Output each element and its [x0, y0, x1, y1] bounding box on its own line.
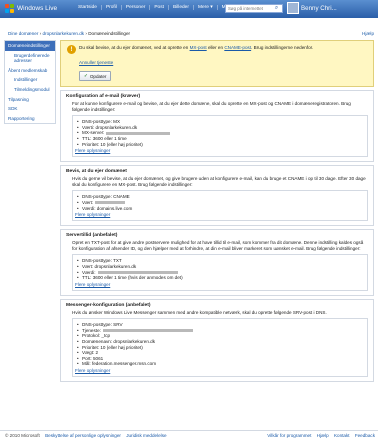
- sidebar-item-domain-settings[interactable]: Domæneindstillinger: [5, 41, 55, 51]
- messenger-config-section: Messenger-konfiguration (anbefalet) Hvis…: [60, 298, 374, 383]
- sidebar-item-open-membership[interactable]: Åbent medlemskab: [5, 66, 55, 76]
- list-item: Mål: federation.messenger.msn.com: [75, 361, 363, 367]
- section-description: Hvis du ønsker Windows Live Messenger sa…: [72, 309, 327, 315]
- nav-profil[interactable]: Profil: [102, 5, 122, 10]
- server-trust-section: Servertillid (anbefalet) Opret en TXT-po…: [60, 229, 374, 296]
- sidebar-item-settings[interactable]: Indstillinger: [5, 75, 55, 85]
- settings-box: DNS-posttype: TXT Vært: dropsnlarkekuren…: [72, 254, 368, 291]
- user-menu[interactable]: Benny Chri...: [287, 2, 337, 14]
- search-box: ⌕: [225, 4, 283, 13]
- warning-notice: ! Du skal bevise, at du ejer domænet, ve…: [60, 40, 374, 87]
- footer: © 2010 Microsoft Beskyttelse af personli…: [0, 430, 378, 440]
- settings-box: DNS-posttype: SRV Tjeneste: Protokol: _t…: [72, 318, 368, 378]
- help-link[interactable]: Hjælp: [362, 31, 374, 36]
- list-item: Værdi: domains.live.com: [75, 206, 363, 212]
- sidebar-item-customization[interactable]: Tilpasning: [5, 95, 55, 105]
- sidebar-item-sdk[interactable]: SDK: [5, 104, 55, 114]
- redacted-value: [106, 131, 171, 135]
- search-input[interactable]: [226, 5, 272, 12]
- section-description: Opret en TXT-post for at give andre post…: [72, 240, 364, 251]
- nav-mere[interactable]: Mere ▾: [194, 5, 218, 10]
- sidebar-item-reporting[interactable]: Rapportering: [5, 114, 55, 124]
- breadcrumb-separator: ›: [85, 31, 87, 36]
- prove-ownership-section: Bevis, at du ejer domænet Hvis du gerne …: [60, 165, 374, 227]
- main-nav: Startside Profil Personer Post Billeder …: [74, 5, 240, 10]
- main-content: ! Du skal bevise, at du ejer domænet, ve…: [60, 40, 374, 383]
- settings-box: DNS-posttype: MX Værti: dropsnlarkekuren…: [72, 115, 368, 158]
- nav-startside[interactable]: Startside: [74, 5, 102, 10]
- more-info-link[interactable]: Flere oplysninger: [75, 282, 363, 287]
- avatar[interactable]: [287, 2, 299, 14]
- brand-name: Windows Live: [17, 5, 58, 12]
- terms-link[interactable]: Vilkår for programmet: [267, 433, 311, 438]
- redacted-value: [95, 201, 126, 205]
- section-title: Servertillid (anbefalet): [66, 233, 118, 239]
- more-info-link[interactable]: Flere oplysninger: [75, 148, 363, 153]
- help-footer-link[interactable]: Hjælp: [317, 433, 329, 438]
- windows-flag-icon: [5, 4, 14, 13]
- redacted-value: [97, 270, 178, 274]
- section-description: Hvis du gerne vil bevise, at du ejer dom…: [72, 176, 366, 187]
- email-config-section: Konfiguration af e-mail (kræver) For at …: [60, 90, 374, 163]
- contact-link[interactable]: Kontakt: [334, 433, 350, 438]
- section-description: For at kunne konfigurere e-mail og bevis…: [72, 101, 351, 112]
- section-title: Messenger-konfiguration (anbefalet): [66, 302, 151, 308]
- update-button[interactable]: ✓ Opdater: [79, 71, 112, 81]
- warning-icon: !: [67, 45, 76, 54]
- windows-live-logo[interactable]: Windows Live: [5, 4, 57, 13]
- cancel-service-link[interactable]: Annuller tjeneste: [79, 60, 369, 65]
- sidebar-item-signup-module[interactable]: Tilmeldingsmodul: [5, 85, 55, 95]
- more-info-link[interactable]: Flere oplysninger: [75, 368, 363, 373]
- privacy-link[interactable]: Beskyttelse af personlige oplysninger: [45, 433, 121, 438]
- top-navigation-bar: Windows Live Startside Profil Personer P…: [0, 0, 378, 18]
- checkmark-icon: ✓: [84, 73, 88, 78]
- nav-personer[interactable]: Personer: [122, 5, 151, 10]
- mx-post-link[interactable]: MX-post: [190, 45, 207, 50]
- legal-link[interactable]: Juridisk meddelelse: [126, 433, 166, 438]
- section-title: Bevis, at du ejer domænet: [66, 169, 127, 175]
- breadcrumb-current: Domæneindstillinger: [88, 31, 131, 36]
- more-info-link[interactable]: Flere oplysninger: [75, 212, 363, 217]
- redacted-value: [102, 329, 193, 333]
- copyright: © 2010 Microsoft: [5, 433, 40, 438]
- section-title: Konfiguration af e-mail (kræver): [66, 94, 141, 99]
- list-item: Prioritet: 10 (eller høj prioritet): [75, 142, 363, 148]
- list-item: TTL: 3600 eller 1 time (hvis der anmodes…: [75, 275, 363, 281]
- sidebar-item-custom-addresses[interactable]: Brugerdefinerede adresser: [5, 51, 55, 66]
- sidebar: Domæneindstillinger Brugerdefinerede adr…: [4, 40, 56, 125]
- user-name[interactable]: Benny Chri...: [301, 5, 337, 12]
- nav-billeder[interactable]: Billeder: [169, 5, 194, 10]
- breadcrumb-separator: ›: [39, 31, 42, 36]
- feedback-link[interactable]: Feedback: [355, 433, 375, 438]
- cname-post-link[interactable]: CNAME-post: [224, 45, 251, 50]
- nav-post[interactable]: Post: [150, 5, 169, 10]
- notice-text: Du skal bevise, at du ejer domænet, ved …: [79, 45, 314, 50]
- breadcrumb-domain[interactable]: dropsnlarkekuren.dk: [42, 31, 84, 36]
- breadcrumb-dine-domaener[interactable]: Dine domæner: [8, 31, 38, 36]
- settings-box: DNS-posttype: CNAME Vært: Værdi: domains…: [72, 190, 368, 222]
- search-icon[interactable]: ⌕: [272, 5, 281, 12]
- breadcrumb: Dine domæner › dropsnlarkekuren.dk › Dom…: [8, 31, 130, 36]
- update-label: Opdater: [89, 73, 107, 79]
